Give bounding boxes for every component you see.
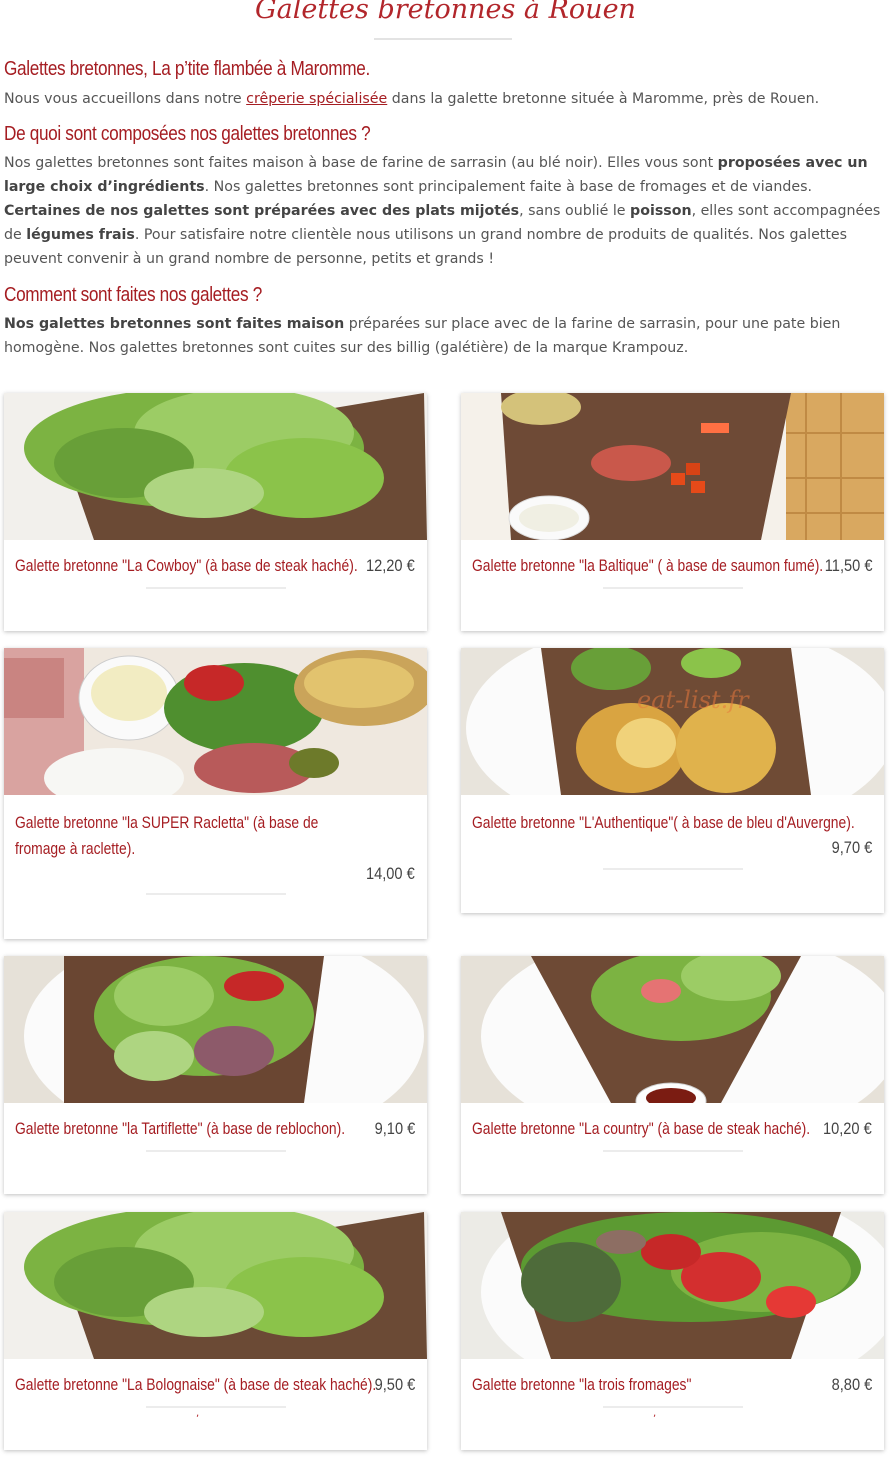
product-name: Galette bretonne "la trois fromages" [472,1376,692,1394]
making-bold: Nos galettes bretonnes sont faites maiso… [4,316,345,332]
card-divider [146,587,286,589]
product-price: 9,50 € [374,1375,415,1394]
product-card[interactable]: Galette bretonne "la trois fromages" 8,8… [461,1212,884,1450]
product-photo[interactable] [461,648,884,795]
title-divider [374,38,512,40]
product-card[interactable]: Galette bretonne "La Bolognaise" (à base… [4,1212,427,1450]
product-photo[interactable] [4,648,427,795]
card-mark: , [196,1408,200,1419]
card-divider [146,1150,286,1152]
product-name: Galette bretonne "La Cowboy" (à base de … [15,557,358,575]
watermark-text: eat-list.fr [637,686,749,714]
making-heading: Comment sont faites nos galettes ? [4,284,262,306]
composition-text: , sans oublié le [519,203,631,219]
composition-bold: légumes frais [26,227,135,243]
card-divider [603,1150,743,1152]
product-photo[interactable] [4,1212,427,1359]
product-photo[interactable] [4,393,427,540]
card-divider [603,587,743,589]
product-photo[interactable] [461,393,884,540]
product-card[interactable]: Galette bretonne "la SUPER Racletta" (à … [4,648,427,939]
product-name: Galette bretonne "L'Authentique"( à base… [472,814,855,832]
product-card[interactable]: Galette bretonne "la Tartiflette" (à bas… [4,956,427,1194]
creperie-link[interactable]: crêperie spécialisée [246,91,387,107]
intro-text-end: dans la galette bretonne située à Maromm… [387,91,820,107]
card-divider [603,868,743,870]
composition-heading: De quoi sont composées nos galettes bret… [4,123,371,145]
intro-heading: Galettes bretonnes, La p’tite flambée à … [4,58,370,80]
making-paragraph: Nos galettes bretonnes sont faites maiso… [4,312,884,360]
product-card[interactable]: Galette bretonne "la Baltique" ( à base … [461,393,884,631]
product-name: Galette bretonne "la SUPER Racletta" (à … [15,814,319,858]
product-card[interactable]: eat-list.fr Galette bretonne "L'Authenti… [461,648,884,913]
product-price: 9,70 € [831,838,872,857]
product-card[interactable]: Galette bretonne "La Cowboy" (à base de … [4,393,427,631]
product-photo[interactable] [4,956,427,1103]
page-title: Galettes bretonnes à Rouen [255,0,636,25]
product-photo[interactable] [461,1212,884,1359]
product-price: 11,50 € [824,556,872,575]
product-name: Galette bretonne "La Bolognaise" (à base… [15,1376,377,1394]
product-price: 12,20 € [366,556,415,575]
composition-text: Nos galettes bretonnes sont faites maiso… [4,155,718,171]
product-name: Galette bretonne "La country" (à base de… [472,1120,811,1138]
product-price: 8,80 € [831,1375,872,1394]
product-photo[interactable] [461,956,884,1103]
intro-paragraph: Nous vous accueillons dans notre crêperi… [4,87,884,111]
product-name: Galette bretonne "la Tartiflette" (à bas… [15,1120,346,1138]
intro-text: Nous vous accueillons dans notre [4,91,247,107]
card-divider [146,1406,286,1408]
product-price: 10,20 € [823,1119,872,1138]
product-price: 14,00 € [366,864,415,883]
card-divider [146,893,286,895]
product-name: Galette bretonne "la Baltique" ( à base … [472,557,824,575]
product-card[interactable]: Galette bretonne "La country" (à base de… [461,956,884,1194]
card-divider [603,1406,743,1408]
composition-paragraph: Nos galettes bretonnes sont faites maiso… [4,151,884,271]
composition-text: . Nos galettes bretonnes sont principale… [204,179,812,195]
composition-bold: Certaines de nos galettes sont préparées… [4,203,520,219]
product-price: 9,10 € [374,1119,415,1138]
composition-bold: poisson [630,203,692,219]
card-mark: , [653,1408,657,1419]
